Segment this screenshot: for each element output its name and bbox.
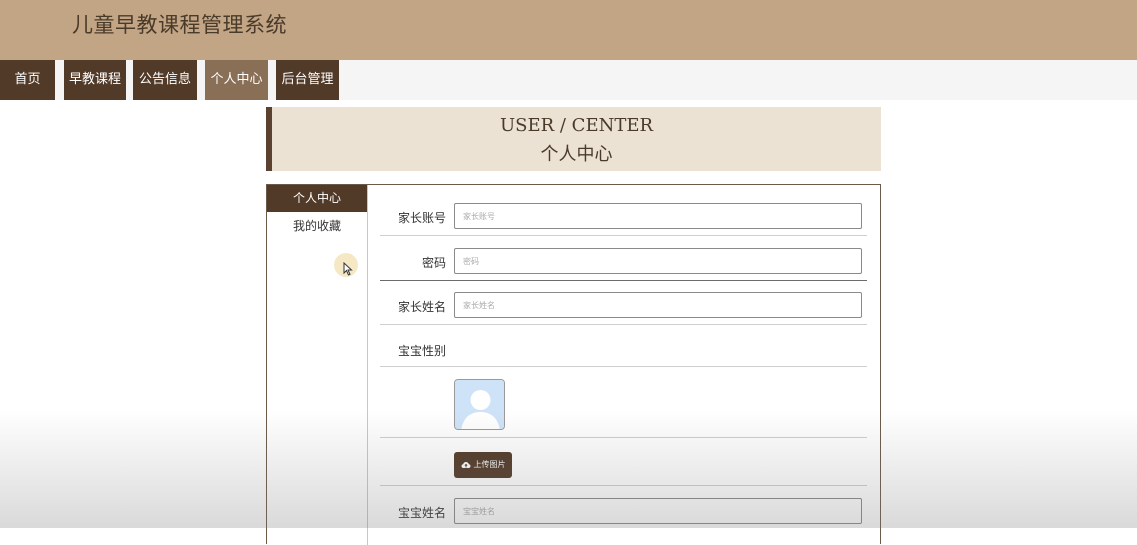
nav-item-admin[interactable]: 后台管理 xyxy=(276,60,339,100)
user-avatar-icon xyxy=(455,380,504,429)
site-title: 儿童早教课程管理系统 xyxy=(72,13,287,37)
mouse-pointer-icon xyxy=(343,262,353,276)
parent-name-input[interactable] xyxy=(454,292,862,318)
banner-title-cn: 个人中心 xyxy=(540,144,613,165)
baby-name-label: 宝宝姓名 xyxy=(397,506,446,520)
form-row-parent-name: 家长姓名 xyxy=(380,281,867,325)
banner-title-en: USER / CENTER xyxy=(499,115,654,136)
baby-name-input[interactable] xyxy=(454,498,862,524)
parent-name-label: 家长姓名 xyxy=(397,300,446,314)
password-label: 密码 xyxy=(421,256,446,270)
nav-item-notices[interactable]: 公告信息 xyxy=(133,60,197,100)
nav-item-home[interactable]: 首页 xyxy=(0,60,55,100)
baby-gender-label: 宝宝性别 xyxy=(397,344,446,358)
cloud-upload-icon xyxy=(461,461,470,468)
nav-item-user-center[interactable]: 个人中心 xyxy=(205,60,268,100)
user-center-panel: 个人中心 我的收藏 家长账号 密码 家长姓名 宝宝性别 xyxy=(266,184,881,545)
upload-button-label: 上传图片 xyxy=(473,460,506,469)
form-row-baby-gender: 宝宝性别 xyxy=(380,325,867,367)
form-row-password: 密码 xyxy=(380,236,867,281)
nav-item-courses[interactable]: 早教课程 xyxy=(64,60,126,100)
form-row-avatar xyxy=(380,367,867,438)
account-label: 家长账号 xyxy=(397,211,446,225)
sidebar-item-user-center[interactable]: 个人中心 xyxy=(267,185,367,212)
page-banner: USER / CENTER 个人中心 xyxy=(266,107,881,171)
avatar-preview[interactable] xyxy=(454,379,505,430)
upload-image-button[interactable]: 上传图片 xyxy=(454,452,512,478)
form-row-upload: 上传图片 xyxy=(380,438,867,486)
account-input[interactable] xyxy=(454,203,862,229)
form-row-account: 家长账号 xyxy=(380,197,867,236)
sidebar-item-favorites[interactable]: 我的收藏 xyxy=(267,213,367,240)
form-row-baby-name: 宝宝姓名 xyxy=(380,486,867,536)
main-nav: 首页 早教课程 公告信息 个人中心 后台管理 xyxy=(0,60,1137,100)
sidebar: 个人中心 我的收藏 xyxy=(267,185,368,545)
site-header: 儿童早教课程管理系统 xyxy=(0,0,1137,60)
password-input[interactable] xyxy=(454,248,862,274)
